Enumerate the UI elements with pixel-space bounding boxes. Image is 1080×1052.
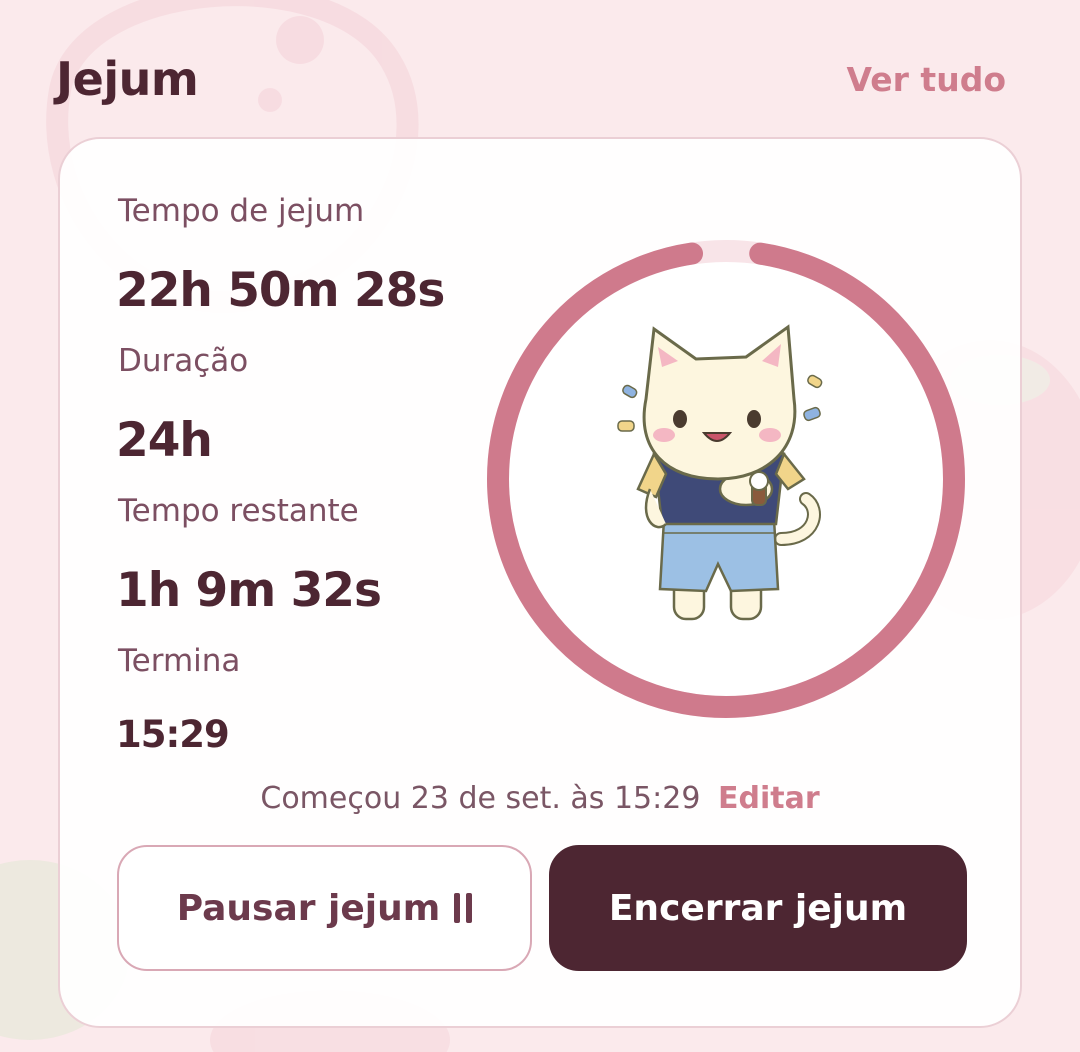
- end-fast-label: Encerrar jejum: [608, 887, 908, 929]
- see-all-link[interactable]: Ver tudo: [847, 60, 1006, 99]
- fasting-card: Tempo de jejum 22h 50m 28s Duração 24h T…: [58, 137, 1022, 1028]
- section-header: Jejum Ver tudo: [56, 48, 1006, 118]
- pause-fast-label: Pausar jejum: [176, 887, 441, 929]
- progress-ring: [487, 240, 965, 718]
- duration-label: Duração: [118, 343, 249, 379]
- elapsed-label: Tempo de jejum: [118, 193, 365, 229]
- ends-label: Termina: [118, 643, 241, 679]
- duration-value: 24h: [116, 413, 213, 468]
- remaining-value: 1h 9m 32s: [116, 563, 382, 618]
- ends-value: 15:29: [116, 713, 230, 756]
- elapsed-value: 22h 50m 28s: [116, 263, 445, 318]
- remaining-label: Tempo restante: [118, 493, 359, 529]
- pause-icon: [454, 892, 473, 924]
- pause-fast-button[interactable]: Pausar jejum: [117, 845, 532, 971]
- started-info: Começou 23 de set. às 15:29 Editar: [60, 781, 1020, 816]
- started-text: Começou 23 de set. às 15:29: [260, 781, 701, 816]
- end-fast-button[interactable]: Encerrar jejum: [549, 845, 967, 971]
- section-title: Jejum: [56, 52, 199, 106]
- edit-start-link[interactable]: Editar: [718, 781, 820, 816]
